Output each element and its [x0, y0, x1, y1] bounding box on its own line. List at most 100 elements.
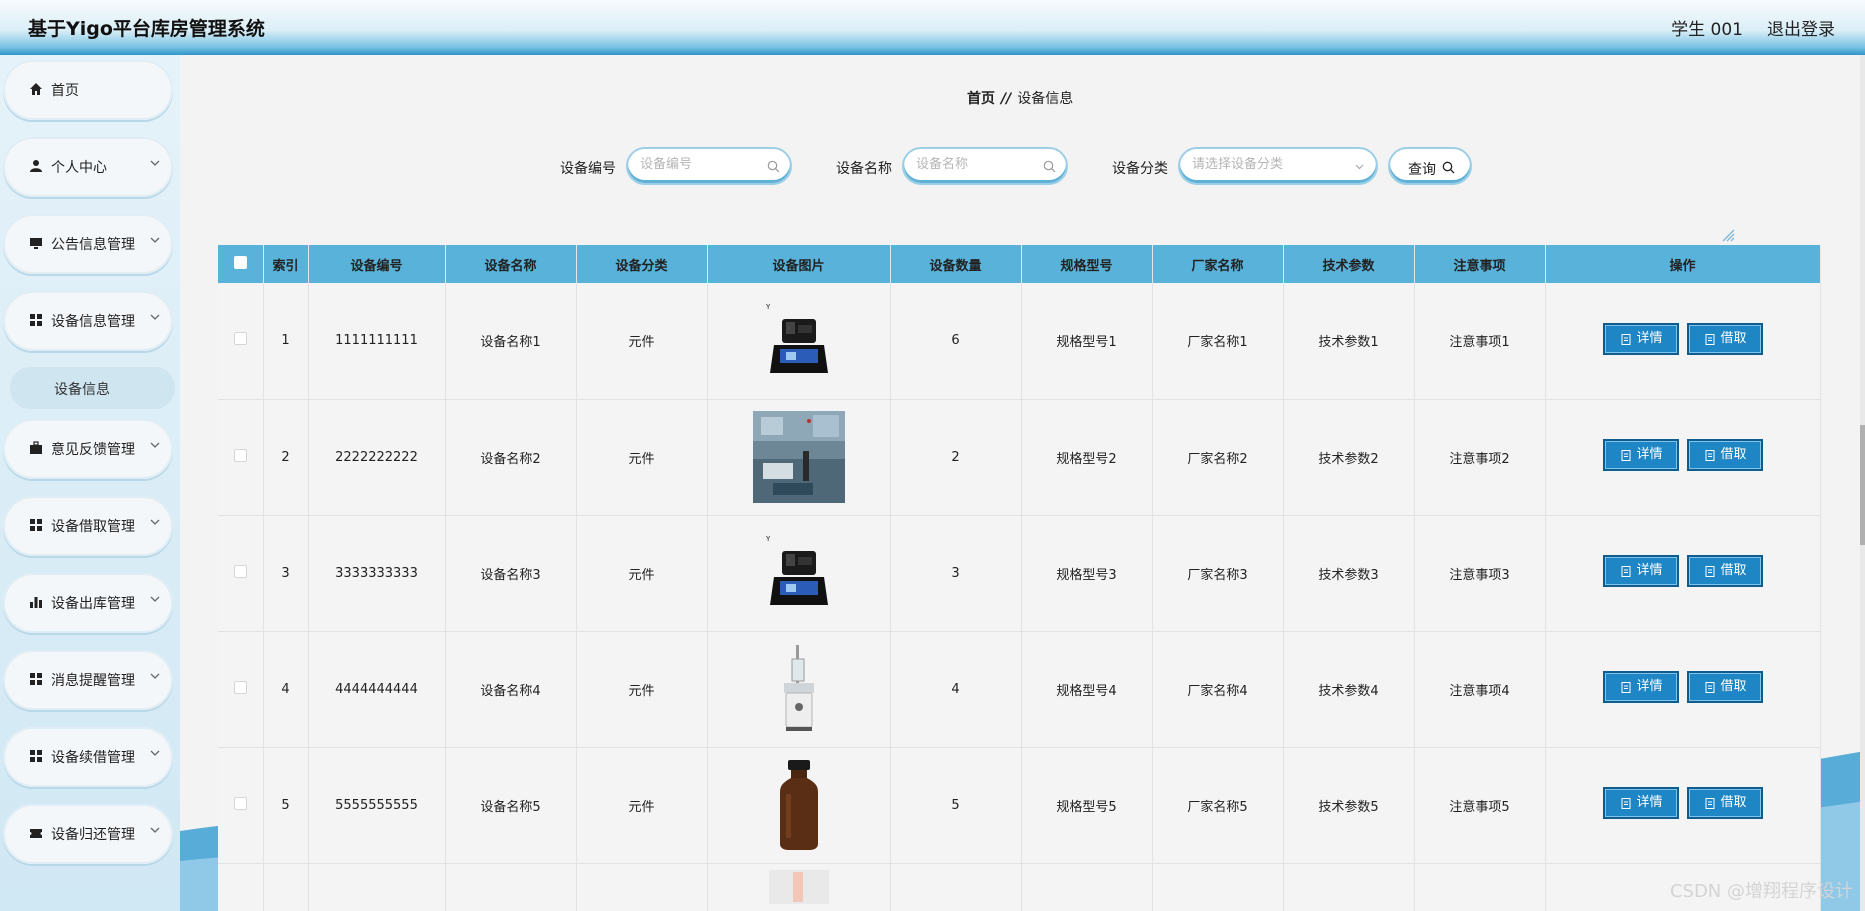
chevron-down-icon: [1355, 164, 1364, 170]
scrollbar-thumb[interactable]: [1860, 425, 1865, 545]
device-category-input[interactable]: [1192, 157, 1342, 172]
device-image-instrument-case[interactable]: Y: [764, 301, 834, 381]
borrow-button[interactable]: 借取: [1686, 671, 1763, 703]
query-button[interactable]: 查询: [1388, 147, 1472, 185]
cell-name: 设备名称4: [445, 631, 577, 748]
document-icon: [1621, 682, 1630, 693]
cell-name: 设备名称5: [445, 747, 577, 864]
borrow-button-label: 借取: [1720, 447, 1747, 462]
select-all-checkbox[interactable]: [233, 255, 247, 269]
cell-spec: 规格型号3: [1021, 515, 1153, 632]
row-checkbox[interactable]: [233, 680, 247, 694]
bar-chart-icon: [30, 597, 42, 608]
chevron-down-icon: [150, 237, 160, 243]
borrow-button[interactable]: 借取: [1686, 322, 1763, 355]
cell-notes: 注意事项4: [1414, 631, 1546, 748]
sidebar-subitem-device-info[interactable]: 设备信息: [10, 367, 175, 409]
borrow-button-label: 借取: [1720, 679, 1747, 694]
cell-notes: 注意事项3: [1414, 515, 1546, 632]
sidebar: 首页 个人中心 公告信息管理 设备信息管理 设备信息 意见反馈管理 设备借取管理…: [0, 55, 180, 911]
detail-button-label: 详情: [1636, 679, 1663, 694]
sidebar-item-feedback[interactable]: 意见反馈管理: [3, 419, 173, 479]
cell-actions: 详情 借取: [1545, 399, 1821, 516]
detail-button[interactable]: 详情: [1602, 439, 1679, 471]
borrow-button[interactable]: 借取: [1686, 439, 1763, 471]
document-icon: [1705, 798, 1714, 809]
cell-actions: 详情 借取: [1545, 283, 1821, 400]
sidebar-item-personal-center[interactable]: 个人中心: [3, 137, 173, 197]
search-icon: [1442, 161, 1455, 174]
detail-button[interactable]: 详情: [1602, 787, 1679, 819]
sidebar-item-announcement[interactable]: 公告信息管理: [3, 214, 173, 274]
cell-params: 技术参数1: [1283, 283, 1415, 400]
detail-button-label: 详情: [1636, 330, 1663, 346]
cell-code: 3333333333: [308, 515, 446, 632]
cell-category: 元件: [576, 283, 708, 400]
detail-button[interactable]: 详情: [1602, 555, 1679, 587]
ticket-icon: [30, 829, 42, 838]
resize-handle-icon[interactable]: [1719, 226, 1735, 242]
document-icon: [1621, 450, 1630, 461]
detail-button[interactable]: 详情: [1602, 322, 1679, 355]
row-checkbox[interactable]: [233, 332, 247, 346]
document-icon: [1621, 798, 1630, 809]
cell-spec: 规格型号4: [1021, 631, 1153, 748]
cell-code: 4444444444: [308, 631, 446, 748]
row-checkbox[interactable]: [233, 796, 247, 810]
device-image-instrument-case[interactable]: Y: [764, 533, 834, 613]
cell-actions: 详情 借取: [1545, 747, 1821, 864]
detail-button-label: 详情: [1636, 795, 1663, 810]
sidebar-item-label: 消息提醒管理: [51, 673, 135, 689]
cell-name: 设备名称1: [445, 283, 577, 400]
cell-notes: 注意事项1: [1414, 283, 1546, 400]
sidebar-item-messages[interactable]: 消息提醒管理: [3, 650, 173, 710]
grid-icon: [30, 750, 42, 762]
row-select-cell: [218, 631, 264, 748]
detail-button[interactable]: 详情: [1602, 671, 1679, 703]
row-checkbox[interactable]: [233, 564, 247, 578]
page-scrollbar[interactable]: [1860, 55, 1865, 911]
table-header-row: 索引 设备编号 设备名称 设备分类 设备图片 设备数量 规格型号 厂家名称 技术…: [218, 245, 1821, 283]
sidebar-item-renew[interactable]: 设备续借管理: [3, 727, 173, 787]
device-image-lab-apparatus[interactable]: [774, 643, 824, 735]
logout-link[interactable]: 退出登录: [1767, 15, 1835, 40]
borrow-button[interactable]: 借取: [1686, 787, 1763, 819]
cell-maker: 厂家名称4: [1152, 631, 1284, 748]
device-name-field[interactable]: [902, 147, 1068, 185]
cell-name: 设备名称3: [445, 515, 577, 632]
table-row: 5 5555555555 设备名称5 元件 5 规格型号5 厂家名称5 技术参数…: [218, 747, 1821, 864]
device-image-lab-photo[interactable]: [752, 411, 845, 503]
cell-notes: 注意事项5: [1414, 747, 1546, 864]
chevron-down-icon: [150, 673, 160, 679]
select-all-header: [218, 245, 264, 283]
row-checkbox[interactable]: [233, 448, 247, 462]
briefcase-icon: [30, 441, 42, 454]
cell-quantity: 2: [890, 399, 1022, 516]
device-category-select[interactable]: [1178, 147, 1378, 185]
cell-maker: 厂家名称2: [1152, 399, 1284, 516]
breadcrumb-home[interactable]: 首页: [967, 91, 995, 107]
cell-index: 5: [263, 747, 309, 864]
sidebar-item-borrow[interactable]: 设备借取管理: [3, 496, 173, 556]
sidebar-item-outbound[interactable]: 设备出库管理: [3, 573, 173, 633]
column-header: 操作: [1545, 245, 1821, 283]
cell-category: 元件: [576, 399, 708, 516]
column-header: 索引: [263, 245, 309, 283]
sidebar-item-device-info[interactable]: 设备信息管理: [3, 291, 173, 351]
column-header: 设备名称: [445, 245, 577, 283]
sidebar-item-home[interactable]: 首页: [3, 60, 173, 120]
device-image-partial[interactable]: [768, 864, 829, 904]
cell-actions: 详情 借取: [1545, 515, 1821, 632]
cell-quantity: 6: [890, 283, 1022, 400]
sidebar-item-label: 公告信息管理: [51, 237, 135, 253]
top-header: 基于Yigo平台库房管理系统 学生 001 退出登录: [0, 0, 1865, 55]
chevron-down-icon: [150, 750, 160, 756]
cell-image: [707, 631, 891, 748]
sidebar-item-return[interactable]: 设备归还管理: [3, 804, 173, 864]
column-header: 设备数量: [890, 245, 1022, 283]
device-image-brown-bottle[interactable]: [774, 758, 824, 852]
document-icon: [1705, 333, 1714, 345]
device-code-field[interactable]: [626, 147, 792, 185]
sidebar-item-label: 意见反馈管理: [51, 442, 135, 458]
borrow-button[interactable]: 借取: [1686, 555, 1763, 587]
